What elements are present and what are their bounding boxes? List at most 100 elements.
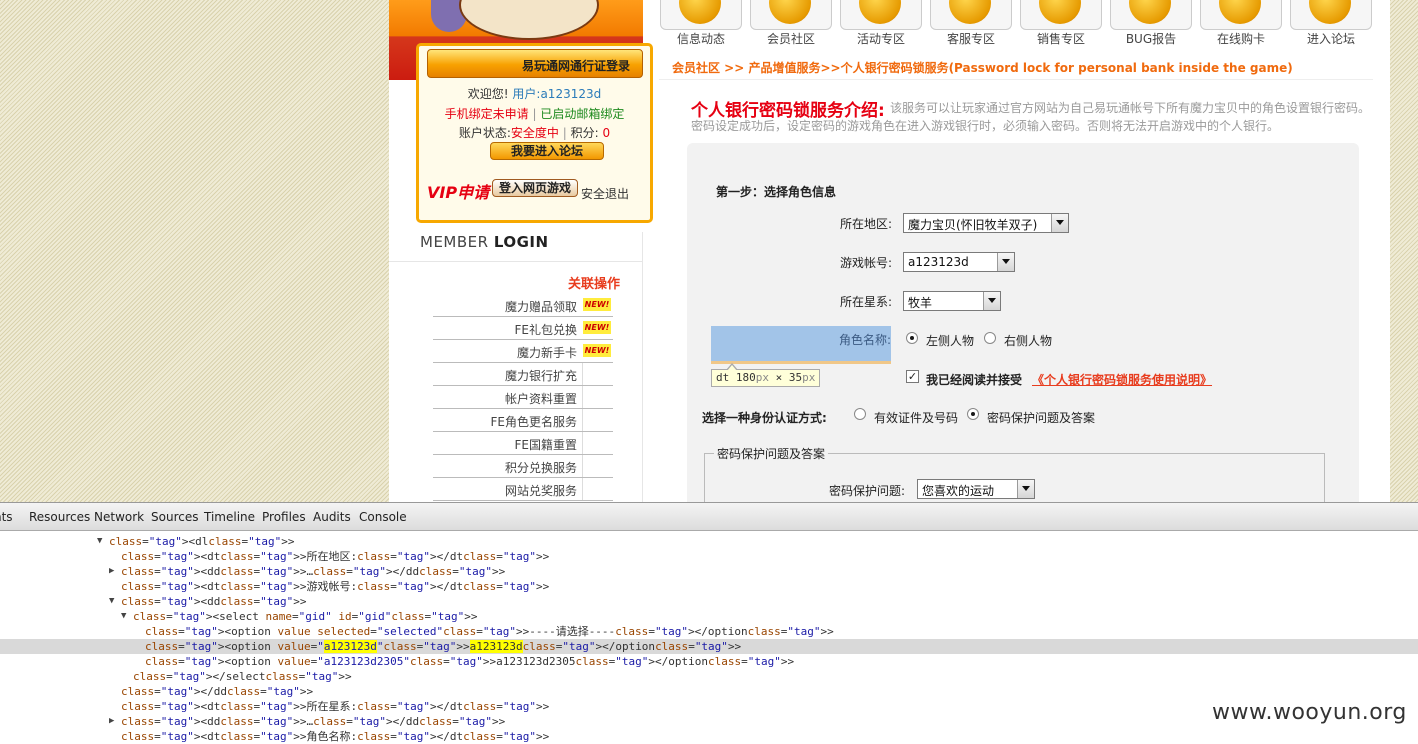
member-login-heading: MEMBER LOGIN [420, 233, 549, 251]
account-value: a123123d [908, 255, 969, 269]
sidebar-item-label: 魔力银行扩充 [504, 369, 577, 383]
sidebar-item-label: 魔力赠品领取 [504, 300, 577, 314]
inspector-highlight: 角色名称: [711, 326, 891, 364]
item-divider [582, 432, 583, 454]
vip-apply-link[interactable]: VIP申请 [427, 179, 489, 203]
points-label: 积分: [570, 126, 599, 140]
inspector-size-tooltip: dt 180px × 35px [711, 363, 821, 387]
login-panel: 易玩通网通行证登录 欢迎您! 用户:a123123d 手机绑定未申请 | 已启动… [416, 43, 653, 223]
collapse-triangle-icon[interactable]: ▶ [109, 564, 114, 579]
sidebar-item[interactable]: 魔力银行扩充 [433, 363, 613, 386]
dom-tree-code: class="tag"><ddclass="tag">>…class="tag"… [121, 565, 506, 578]
logout-link[interactable]: 安全退出 [581, 185, 629, 202]
expand-triangle-icon[interactable]: ▼ [97, 534, 102, 549]
devtools-tab[interactable]: Profiles [262, 510, 306, 524]
role-label: 角色名称: [839, 333, 892, 347]
sidebar-item[interactable]: 积分兑换服务 [433, 455, 613, 478]
auth-option-id-radio[interactable] [854, 408, 866, 420]
question-select[interactable]: 您喜欢的运动 [917, 479, 1035, 499]
auth-option-id-label: 有效证件及号码 [874, 411, 959, 425]
dom-tree-line[interactable]: class="tag"><option value="a123123d2305"… [0, 654, 1418, 669]
dom-tree-line[interactable]: ▶ class="tag"><ddclass="tag">>…class="tag… [0, 564, 1418, 579]
sidebar-item[interactable]: 魔力新手卡 NEW! [433, 340, 613, 363]
sidebar-item[interactable]: 帐户资料重置 [433, 386, 613, 409]
devtools-tab[interactable]: Sources [151, 510, 198, 524]
dom-tree-line[interactable]: ▼ class="tag"><dlclass="tag">> [0, 534, 1418, 549]
web-game-login-button[interactable]: 登入网页游戏 [492, 179, 578, 197]
nav-item-label: 销售专区 [1036, 32, 1085, 46]
sidebar-item[interactable]: 魔力赠品领取 NEW! [433, 294, 613, 317]
nav-item-label: 活动专区 [856, 32, 905, 46]
role-left-radio[interactable] [906, 332, 918, 344]
account-status-value: 安全度中 [510, 126, 559, 140]
sidebar-item[interactable]: FE国籍重置 [433, 432, 613, 455]
sidebar-item-label: 帐户资料重置 [504, 392, 577, 406]
dom-tree-line[interactable]: class="tag"><option value="a123123d"clas… [0, 639, 1418, 654]
dom-tree-code: class="tag"><ddclass="tag">>…class="tag"… [121, 715, 506, 728]
devtools-tab[interactable]: nts [0, 510, 13, 524]
tip-unit: px [755, 371, 769, 384]
dom-tree-code: class="tag"></ddclass="tag">> [121, 685, 314, 698]
dom-tree-line[interactable]: class="tag"><dtclass="tag">>所在地区:class="… [0, 549, 1418, 564]
question-value: 您喜欢的运动 [922, 484, 995, 498]
dom-tree-code: class="tag"><dtclass="tag">>游戏帐号:class="… [121, 580, 550, 593]
item-divider [582, 363, 583, 385]
agree-link[interactable]: 《个人银行密码锁服务使用说明》 [1032, 371, 1212, 388]
chevron-down-icon [983, 292, 1000, 310]
auth-option-question-radio[interactable] [967, 408, 979, 420]
account-status-label: 账户状态: [458, 126, 511, 140]
welcome-text: 欢迎您! [467, 87, 509, 101]
sidebar-item[interactable]: FE礼包兑换 NEW! [433, 317, 613, 340]
login-word: LOGIN [493, 233, 549, 251]
nav-item-label: 会员社区 [766, 32, 815, 46]
page-background-right [1390, 0, 1418, 502]
sidebar-item-label: 积分兑换服务 [504, 461, 577, 475]
dom-tree-line[interactable]: class="tag"><dtclass="tag">>所在星系:class="… [0, 699, 1418, 714]
agree-checkbox[interactable]: ✓ [906, 370, 919, 383]
collapse-triangle-icon[interactable]: ▶ [109, 714, 114, 729]
region-label: 所在地区: [840, 217, 893, 231]
role-right-radio[interactable] [984, 332, 996, 344]
breadcrumb: 会员社区 >> 产品增值服务>>个人银行密码锁服务(Password lock … [672, 61, 1293, 75]
phone-bind-link[interactable]: 手机绑定未申请 [445, 107, 529, 121]
dom-tree-line[interactable]: class="tag"><dtclass="tag">>游戏帐号:class="… [0, 579, 1418, 594]
sidebar-item[interactable]: 网站兑奖服务 [433, 478, 613, 501]
dom-tree-line[interactable]: ▶ class="tag"><ddclass="tag">>…class="tag… [0, 714, 1418, 729]
binding-row: 手机绑定未申请 | 已启动邮箱绑定 [444, 107, 625, 121]
dom-tree-line[interactable]: ▼ class="tag"><ddclass="tag">> [0, 594, 1418, 609]
devtools-tab[interactable]: Audits [313, 510, 351, 524]
agree-text: 我已经阅读并接受 [926, 373, 1023, 387]
devtools-tab[interactable]: Resources [29, 510, 90, 524]
sidebar-item-label: 魔力新手卡 [516, 346, 577, 360]
password-question-fieldset: 密码保护问题及答案 密码保护问题: 您喜欢的运动 [704, 445, 1325, 502]
devtools-tabbar: nts Resources Network Sources Timeline Profil… [0, 503, 1418, 531]
dom-tree-line[interactable]: class="tag"></selectclass="tag">> [0, 669, 1418, 684]
dom-tree-line[interactable]: class="tag"></ddclass="tag">> [0, 684, 1418, 699]
account-select[interactable]: a123123d [903, 252, 1015, 272]
nav-item-label: BUG报告 [1125, 32, 1177, 46]
star-select[interactable]: 牧羊 [903, 291, 1001, 311]
welcome-row: 欢迎您! 用户:a123123d [419, 86, 650, 102]
role-left-label: 左侧人物 [926, 334, 975, 348]
sidebar-title: 关联操作 [568, 277, 621, 292]
expand-triangle-icon[interactable]: ▼ [109, 594, 114, 609]
sidebar-item[interactable]: FE角色更名服务 [433, 409, 613, 432]
enter-forum-button[interactable]: 我要进入论坛 [490, 142, 604, 160]
dom-tree-code: class="tag"><ddclass="tag">> [121, 595, 307, 608]
nav-item-label: 进入论坛 [1306, 32, 1355, 46]
nav-item-label: 在线购卡 [1216, 32, 1265, 46]
dom-tree-line[interactable]: ▼ class="tag"><select name="gid" id="gid"… [0, 609, 1418, 624]
account-label: 游戏帐号: [840, 256, 893, 270]
region-select[interactable]: 魔力宝贝(怀旧牧羊双子) [903, 213, 1069, 233]
expand-triangle-icon[interactable]: ▼ [121, 609, 126, 624]
devtools-tab[interactable]: Network [94, 510, 144, 524]
devtools-tab[interactable]: Timeline [204, 510, 255, 524]
star-value: 牧羊 [908, 296, 933, 310]
nav-item-label: 信息动态 [676, 32, 725, 46]
dom-tree-line[interactable]: class="tag"><option value selected="sele… [0, 624, 1418, 639]
auth-label: 选择一种身份认证方式: [702, 411, 827, 425]
dom-tree-code: class="tag"><option value="a123123d"clas… [145, 640, 742, 653]
step1-heading: 第一步：选择角色信息 [716, 185, 837, 199]
role-right-label: 右侧人物 [1004, 334, 1053, 348]
devtools-tab[interactable]: Console [359, 510, 407, 524]
